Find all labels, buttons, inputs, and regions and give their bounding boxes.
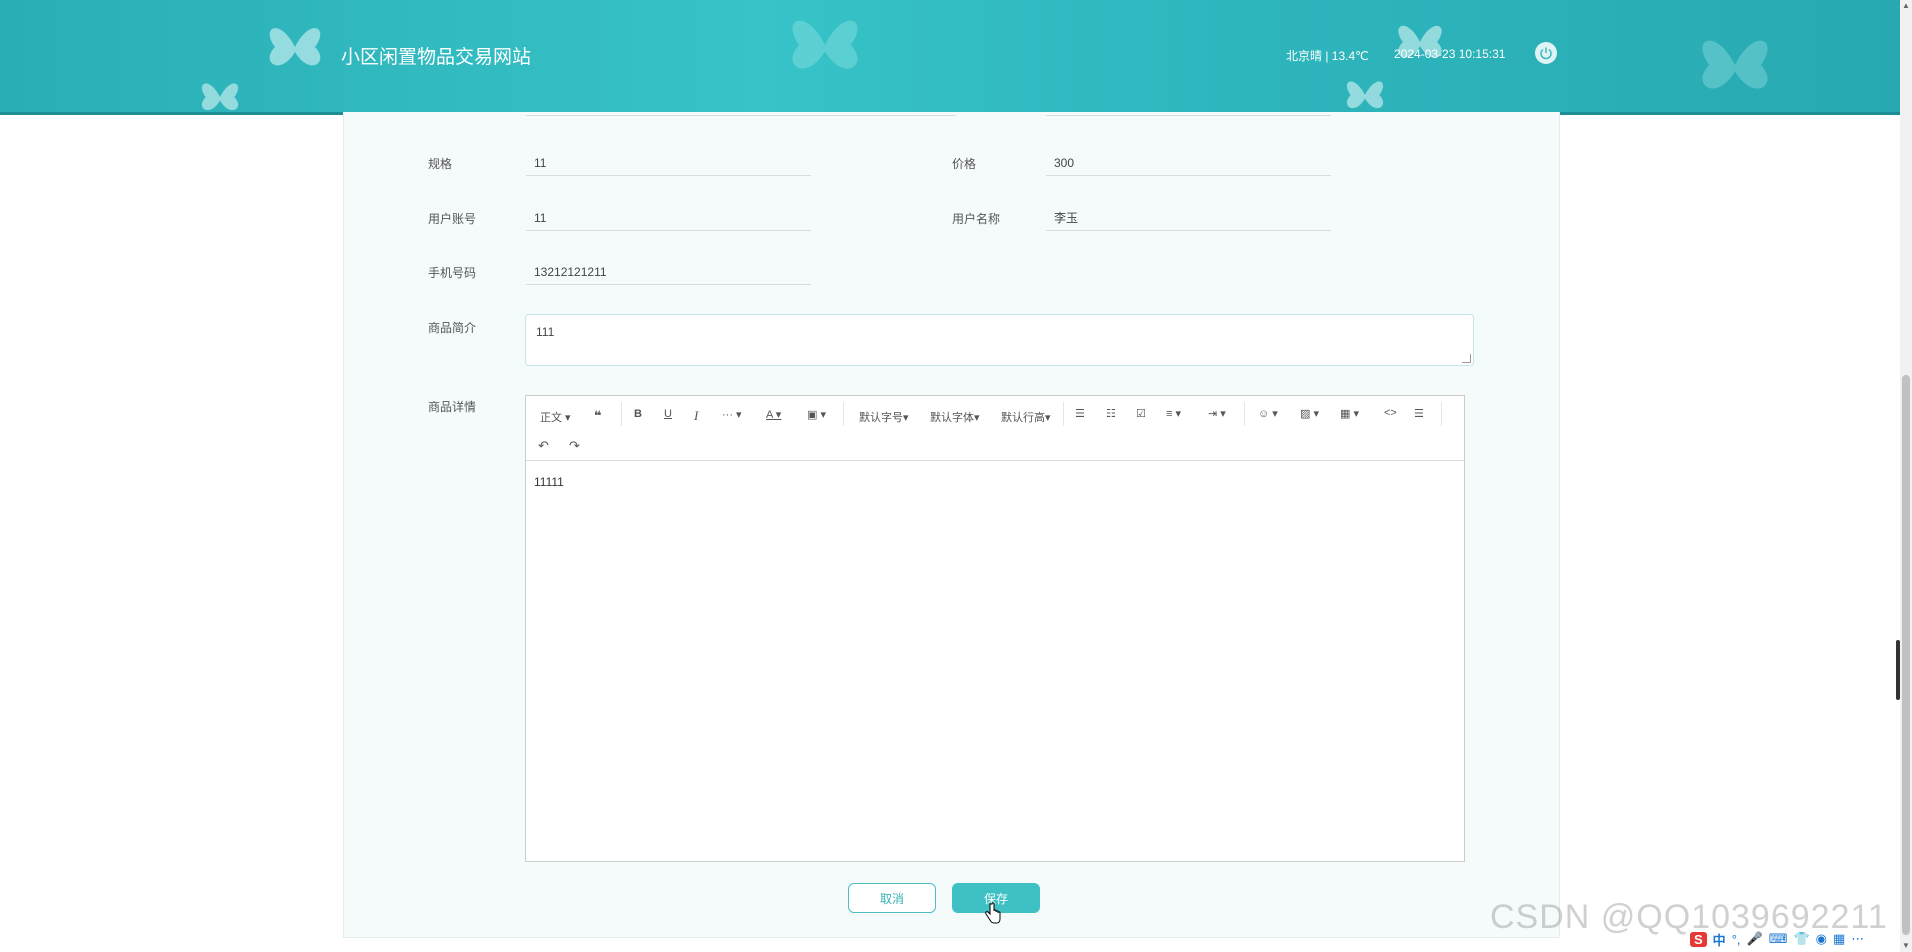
butterfly-decoration-icon: [1702, 40, 1768, 89]
more-format-icon[interactable]: ··· ▾: [722, 408, 742, 421]
emoji-icon[interactable]: ☺ ▾: [1258, 407, 1278, 420]
redo-icon[interactable]: ↷: [569, 438, 580, 454]
username-label: 用户名称: [952, 212, 1001, 226]
scroll-down-icon[interactable]: ▼: [1902, 942, 1910, 950]
numbered-list-icon[interactable]: ☷: [1106, 407, 1116, 420]
more-icon[interactable]: ⋯: [1851, 931, 1864, 947]
rich-text-editor: 正文 ▾ ❝ B U I ··· ▾ A ▾ ▣ ▾ 默认字号▾ 默认字体▾ 默…: [525, 395, 1465, 862]
butterfly-decoration-icon: [269, 28, 321, 66]
ime-mode-indicator[interactable]: 中: [1713, 930, 1726, 949]
skin-icon[interactable]: 👕: [1793, 931, 1809, 947]
bold-icon[interactable]: B: [634, 408, 642, 420]
indent-icon[interactable]: ⇥ ▾: [1208, 407, 1226, 420]
butterfly-decoration-icon: [1346, 81, 1384, 109]
weather-info: 北京晴 | 13.4℃: [1286, 49, 1369, 63]
microphone-icon[interactable]: 🎤: [1747, 931, 1763, 947]
game-icon[interactable]: ◉: [1816, 931, 1827, 947]
detail-label: 商品详情: [428, 400, 477, 414]
ime-logo-icon[interactable]: S: [1690, 931, 1707, 947]
quote-icon[interactable]: ❝: [594, 408, 602, 424]
price-field[interactable]: 300: [1046, 150, 1331, 176]
font-family-select[interactable]: 默认字体▾: [930, 409, 980, 425]
butterfly-decoration-icon: [201, 83, 239, 111]
page-scrollbar[interactable]: ▲ ▼: [1900, 0, 1912, 952]
cancel-button[interactable]: 取消: [848, 883, 936, 913]
editor-toolbar: 正文 ▾ ❝ B U I ··· ▾ A ▾ ▣ ▾ 默认字号▾ 默认字体▾ 默…: [526, 396, 1464, 461]
account-label: 用户账号: [428, 212, 477, 226]
underline-icon[interactable]: U: [664, 408, 672, 420]
spec-field[interactable]: 11: [526, 150, 811, 176]
editor-content[interactable]: 11111: [526, 461, 1464, 503]
hand-cursor-icon: [985, 902, 1001, 924]
ime-toolbar: S 中 °, 🎤 ⌨ 👕 ◉ ▦ ⋯: [1690, 928, 1864, 950]
keyboard-icon[interactable]: ⌨: [1769, 931, 1788, 947]
italic-icon[interactable]: I: [694, 408, 698, 424]
todo-list-icon[interactable]: ☑: [1136, 407, 1146, 420]
code-icon[interactable]: <>: [1384, 407, 1397, 419]
prev-field-cutoff-2[interactable]: [1046, 90, 1331, 116]
font-size-select[interactable]: 默认字号▾: [859, 409, 909, 425]
prev-field-cutoff[interactable]: [526, 90, 956, 116]
grid-menu-icon[interactable]: ▦: [1833, 931, 1845, 947]
paragraph-select[interactable]: 正文 ▾: [540, 409, 571, 425]
background-color-icon[interactable]: ▣ ▾: [807, 408, 826, 421]
product-intro-textarea[interactable]: 111: [525, 314, 1474, 366]
line-height-select[interactable]: 默认行高▾: [1001, 409, 1051, 425]
font-color-icon[interactable]: A ▾: [766, 408, 781, 421]
bullet-list-icon[interactable]: ☰: [1075, 407, 1085, 420]
intro-label: 商品简介: [428, 321, 477, 335]
divider-icon[interactable]: ☰: [1414, 407, 1424, 420]
logout-button[interactable]: [1535, 42, 1557, 64]
resize-handle-icon[interactable]: [1462, 354, 1471, 363]
username-field[interactable]: 李玉: [1046, 205, 1331, 231]
align-icon[interactable]: ≡ ▾: [1166, 407, 1181, 420]
scroll-up-icon[interactable]: ▲: [1902, 2, 1910, 10]
product-intro-value: 111: [536, 325, 555, 339]
spec-label: 规格: [428, 157, 453, 171]
butterfly-decoration-icon: [1398, 25, 1442, 58]
side-panel-handle[interactable]: [1896, 640, 1900, 700]
butterfly-decoration-icon: [792, 20, 858, 69]
phone-field[interactable]: 13212121211: [526, 259, 811, 285]
phone-label: 手机号码: [428, 266, 477, 280]
power-icon: [1540, 47, 1552, 60]
punctuation-icon[interactable]: °,: [1732, 932, 1741, 947]
account-field[interactable]: 11: [526, 205, 811, 231]
current-datetime: 2024-03-23 10:15:31: [1394, 47, 1506, 61]
image-icon[interactable]: ▨ ▾: [1300, 407, 1319, 420]
scroll-thumb[interactable]: [1902, 375, 1910, 935]
undo-icon[interactable]: ↶: [538, 438, 549, 454]
table-icon[interactable]: ▦ ▾: [1340, 407, 1359, 420]
site-title: 小区闲置物品交易网站: [341, 47, 532, 68]
price-label: 价格: [952, 157, 977, 171]
